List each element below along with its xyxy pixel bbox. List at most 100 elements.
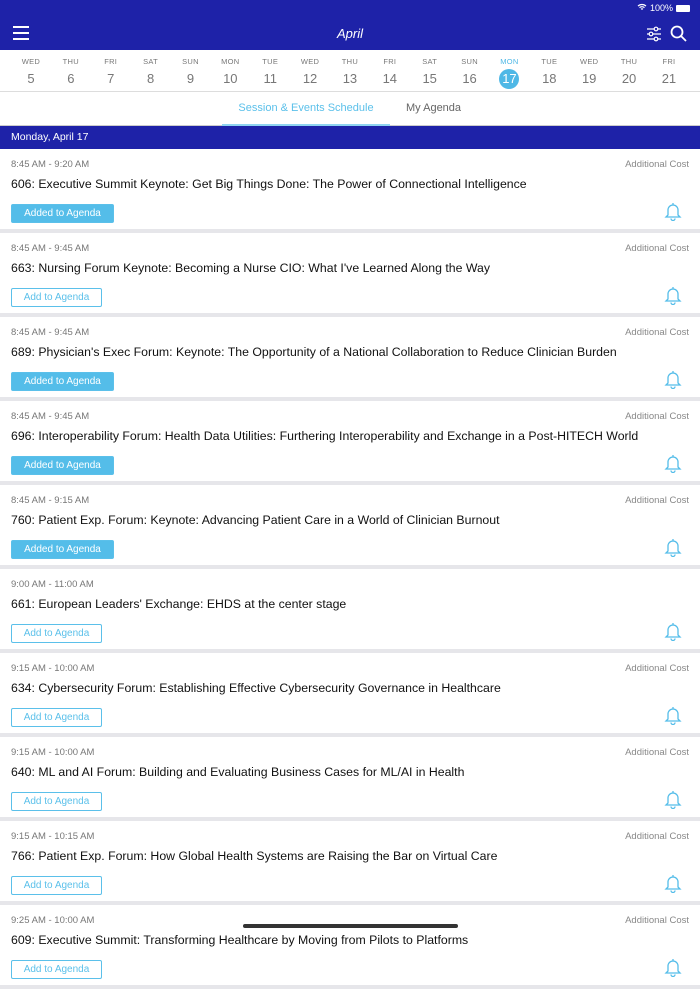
session-time: 9:15 AM - 10:15 AM bbox=[11, 831, 95, 842]
bell-icon[interactable] bbox=[664, 285, 682, 310]
add-to-agenda-button[interactable]: Add to Agenda bbox=[11, 624, 102, 643]
day-number: 20 bbox=[621, 71, 637, 86]
session-card[interactable]: 8:45 AM - 9:45 AM Additional Cost 689: P… bbox=[0, 317, 700, 401]
day-number: 11 bbox=[263, 71, 277, 86]
add-to-agenda-button[interactable]: Add to Agenda bbox=[11, 876, 102, 895]
day-of-week: FRI bbox=[104, 57, 118, 66]
day-of-week: SAT bbox=[143, 57, 159, 66]
session-time: 8:45 AM - 9:45 AM bbox=[11, 327, 90, 338]
day-number: 8 bbox=[146, 71, 155, 86]
session-time: 9:15 AM - 10:00 AM bbox=[11, 747, 95, 758]
day-number: 5 bbox=[27, 71, 35, 86]
session-title[interactable]: 766: Patient Exp. Forum: How Global Heal… bbox=[11, 849, 497, 863]
session-time: 9:15 AM - 10:00 AM bbox=[11, 663, 95, 674]
bell-icon[interactable] bbox=[664, 957, 682, 982]
date-20[interactable]: THU 20 bbox=[609, 50, 649, 91]
day-number: 14 bbox=[382, 71, 398, 86]
session-time: 8:45 AM - 9:45 AM bbox=[11, 243, 90, 254]
add-to-agenda-button[interactable]: Add to Agenda bbox=[11, 960, 102, 979]
day-of-week: SUN bbox=[182, 57, 199, 66]
date-10[interactable]: MON 10 bbox=[210, 50, 250, 91]
date-14[interactable]: FRI 14 bbox=[370, 50, 410, 91]
added-to-agenda-button[interactable]: Added to Agenda bbox=[11, 540, 114, 559]
session-card[interactable]: 8:45 AM - 9:20 AM Additional Cost 606: E… bbox=[0, 149, 700, 233]
date-9[interactable]: SUN 9 bbox=[171, 50, 211, 91]
bell-icon[interactable] bbox=[664, 201, 682, 226]
add-to-agenda-button[interactable]: Add to Agenda bbox=[11, 288, 102, 307]
session-title[interactable]: 634: Cybersecurity Forum: Establishing E… bbox=[11, 681, 501, 695]
cost-label: Additional Cost bbox=[625, 495, 689, 506]
day-of-week: TUE bbox=[262, 57, 279, 66]
bell-icon[interactable] bbox=[664, 705, 682, 730]
add-to-agenda-button[interactable]: Add to Agenda bbox=[11, 792, 102, 811]
page-title: April bbox=[336, 26, 363, 41]
date-13[interactable]: THU 13 bbox=[330, 50, 370, 91]
date-6[interactable]: THU 6 bbox=[51, 50, 91, 91]
date-8[interactable]: SAT 8 bbox=[131, 50, 171, 91]
status-bar: 100% bbox=[637, 3, 690, 13]
day-of-week: MON bbox=[500, 57, 519, 66]
day-number: 19 bbox=[581, 71, 597, 86]
cost-label: Additional Cost bbox=[625, 747, 689, 758]
home-indicator bbox=[243, 924, 458, 928]
added-to-agenda-button[interactable]: Added to Agenda bbox=[11, 456, 114, 475]
date-7[interactable]: FRI 7 bbox=[91, 50, 131, 91]
day-number: 12 bbox=[302, 71, 318, 86]
session-time: 8:45 AM - 9:20 AM bbox=[11, 159, 90, 170]
session-title[interactable]: 609: Executive Summit: Transforming Heal… bbox=[11, 933, 468, 947]
bell-icon[interactable] bbox=[664, 369, 682, 394]
added-to-agenda-button[interactable]: Added to Agenda bbox=[11, 372, 114, 391]
day-number: 17 bbox=[499, 69, 520, 89]
add-to-agenda-button[interactable]: Add to Agenda bbox=[11, 708, 102, 727]
session-card[interactable]: 9:15 AM - 10:00 AM Additional Cost 634: … bbox=[0, 653, 700, 737]
filter-icon[interactable] bbox=[646, 26, 662, 47]
date-21[interactable]: FRI 21 bbox=[649, 50, 689, 91]
bell-icon[interactable] bbox=[664, 621, 682, 646]
cost-label: Additional Cost bbox=[625, 243, 689, 254]
session-card[interactable]: 8:45 AM - 9:45 AM Additional Cost 696: I… bbox=[0, 401, 700, 485]
date-15[interactable]: SAT 15 bbox=[410, 50, 450, 91]
session-card[interactable]: 9:00 AM - 11:00 AM 661: European Leaders… bbox=[0, 569, 700, 653]
day-of-week: SAT bbox=[422, 57, 438, 66]
wifi-icon bbox=[637, 3, 647, 13]
bell-icon[interactable] bbox=[664, 873, 682, 898]
session-card[interactable]: 9:15 AM - 10:15 AM Additional Cost 766: … bbox=[0, 821, 700, 905]
session-title[interactable]: 696: Interoperability Forum: Health Data… bbox=[11, 429, 638, 443]
session-title[interactable]: 661: European Leaders' Exchange: EHDS at… bbox=[11, 597, 346, 611]
bell-icon[interactable] bbox=[664, 453, 682, 478]
bell-icon[interactable] bbox=[664, 537, 682, 562]
search-icon[interactable] bbox=[670, 25, 687, 47]
session-card[interactable]: 9:25 AM - 10:00 AM Additional Cost 609: … bbox=[0, 905, 700, 989]
tab-my-agenda[interactable]: My Agenda bbox=[406, 102, 461, 114]
bell-icon[interactable] bbox=[664, 789, 682, 814]
day-number: 15 bbox=[422, 71, 437, 86]
day-of-week: WED bbox=[579, 57, 599, 66]
date-18[interactable]: TUE 18 bbox=[529, 50, 569, 91]
session-title[interactable]: 640: ML and AI Forum: Building and Evalu… bbox=[11, 765, 464, 779]
cost-label: Additional Cost bbox=[625, 831, 689, 842]
day-of-week: THU bbox=[620, 57, 638, 66]
date-19[interactable]: WED 19 bbox=[569, 50, 609, 91]
cost-label: Additional Cost bbox=[625, 411, 689, 422]
date-11[interactable]: TUE 11 bbox=[250, 50, 290, 91]
session-card[interactable]: 9:15 AM - 10:00 AM Additional Cost 640: … bbox=[0, 737, 700, 821]
session-title[interactable]: 689: Physician's Exec Forum: Keynote: Th… bbox=[11, 345, 617, 359]
day-number: 6 bbox=[67, 71, 75, 86]
session-title[interactable]: 663: Nursing Forum Keynote: Becoming a N… bbox=[11, 261, 490, 275]
session-list: 8:45 AM - 9:20 AM Additional Cost 606: E… bbox=[0, 149, 700, 989]
date-17[interactable]: MON 17 bbox=[490, 50, 530, 91]
session-card[interactable]: 8:45 AM - 9:15 AM Additional Cost 760: P… bbox=[0, 485, 700, 569]
cost-label: Additional Cost bbox=[625, 915, 689, 926]
day-number: 21 bbox=[661, 71, 677, 86]
added-to-agenda-button[interactable]: Added to Agenda bbox=[11, 204, 114, 223]
session-title[interactable]: 606: Executive Summit Keynote: Get Big T… bbox=[11, 177, 527, 191]
date-5[interactable]: WED 5 bbox=[11, 50, 51, 91]
session-title[interactable]: 760: Patient Exp. Forum: Keynote: Advanc… bbox=[11, 513, 500, 527]
session-card[interactable]: 8:45 AM - 9:45 AM Additional Cost 663: N… bbox=[0, 233, 700, 317]
cost-label: Additional Cost bbox=[625, 327, 689, 338]
date-12[interactable]: WED 12 bbox=[290, 50, 330, 91]
session-time: 8:45 AM - 9:45 AM bbox=[11, 411, 90, 422]
day-of-week: FRI bbox=[662, 57, 676, 66]
date-16[interactable]: SUN 16 bbox=[450, 50, 490, 91]
tab-session-schedule[interactable]: Session & Events Schedule bbox=[222, 102, 390, 126]
